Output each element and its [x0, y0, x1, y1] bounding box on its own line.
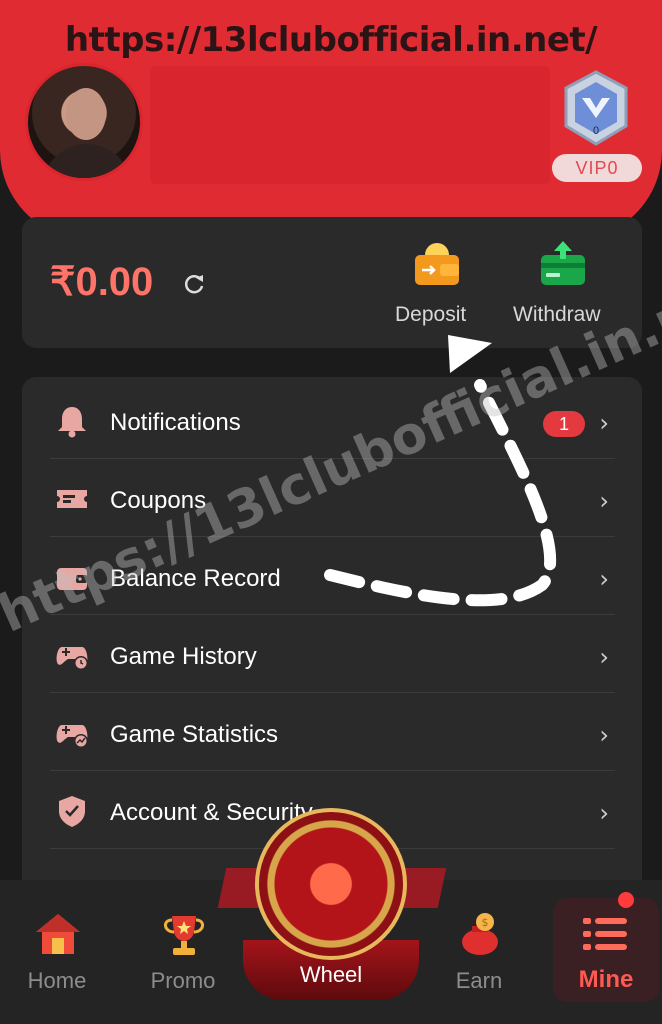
chevron-right-icon: › — [599, 565, 609, 593]
menu-item-label: Coupons — [110, 487, 207, 514]
vip-shield-icon[interactable]: 0 — [562, 70, 630, 146]
menu-item-label: Game Statistics — [110, 721, 279, 748]
shield-check-icon — [59, 796, 85, 827]
deposit-button[interactable]: Deposit — [395, 303, 466, 327]
deposit-wallet-icon[interactable] — [412, 239, 462, 289]
nav-label-wheel: Wheel — [299, 962, 363, 987]
ticket-icon — [57, 490, 87, 508]
menu-item-game-statistics[interactable]: Game Statistics › — [50, 693, 615, 771]
house-icon — [36, 914, 80, 954]
chevron-right-icon: › — [599, 799, 609, 827]
menu-item-label: Account & Security — [110, 799, 313, 826]
refresh-icon[interactable] — [182, 272, 206, 296]
nav-label-mine: Mine — [578, 966, 634, 993]
bell-icon — [58, 407, 86, 438]
annotation-arrow — [324, 335, 557, 607]
site-url-overlay: https://13lclubofficial.in.net/ — [64, 20, 598, 60]
notification-dot — [618, 892, 634, 908]
nav-label: Home — [27, 968, 87, 993]
chevron-right-icon: › — [599, 643, 609, 671]
balance-amount: ₹0.00 — [50, 260, 154, 304]
profile-info-box — [150, 66, 550, 184]
menu-item-label: Balance Record — [110, 565, 281, 592]
money-bag-icon: $ — [462, 913, 498, 955]
chevron-right-icon: › — [599, 409, 609, 437]
nav-label: Promo — [150, 968, 216, 993]
svg-text:$: $ — [482, 916, 489, 929]
avatar[interactable] — [25, 63, 143, 181]
nav-home[interactable]: Home — [2, 880, 112, 1024]
menu-list-icon — [583, 918, 627, 950]
chevron-right-icon: › — [599, 721, 609, 749]
gamepad-chart-icon — [56, 725, 88, 748]
nav-label: Earn — [455, 968, 503, 993]
wallet-icon — [57, 568, 87, 590]
gamepad-clock-icon — [56, 647, 88, 670]
withdraw-button[interactable]: Withdraw — [513, 303, 601, 327]
nav-earn[interactable]: $ Earn — [424, 880, 534, 1024]
trophy-icon — [164, 916, 204, 955]
menu-item-label: Notifications — [110, 409, 241, 436]
menu-item-label: Game History — [110, 643, 257, 670]
spin-wheel-icon[interactable] — [255, 808, 407, 960]
chevron-right-icon: › — [599, 487, 609, 515]
vip-label[interactable]: VIP0 — [552, 154, 642, 182]
withdraw-card-icon[interactable] — [538, 239, 588, 289]
menu-item-game-history[interactable]: Game History › — [50, 615, 615, 693]
vip-level-number: 0 — [593, 125, 599, 137]
